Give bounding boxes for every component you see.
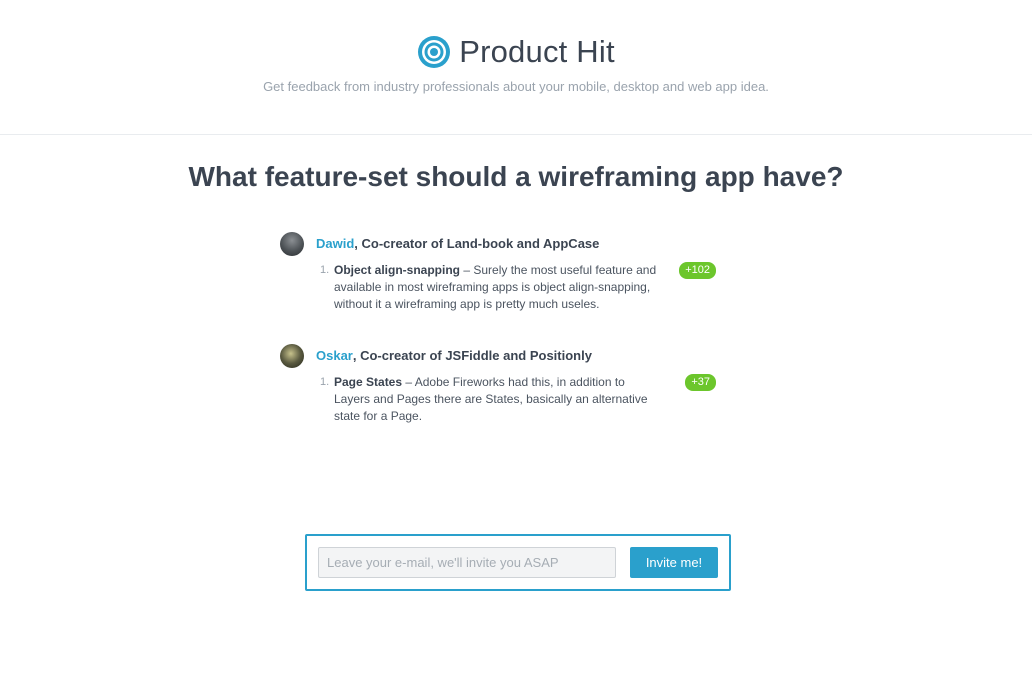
avatar[interactable]: [280, 231, 304, 256]
feature-name: Object align-snapping: [334, 263, 461, 277]
author-name-link[interactable]: Dawid: [316, 236, 354, 251]
signup-form: Invite me!: [305, 534, 731, 591]
answer-text: Page States – Adobe Fireworks had this, …: [334, 374, 664, 425]
invite-button[interactable]: Invite me!: [630, 547, 718, 578]
answer-body: 1. Page States – Adobe Fireworks had thi…: [280, 374, 740, 425]
answer-body: 1. Object align-snapping – Surely the mo…: [280, 262, 740, 313]
answer-number: 1.: [320, 376, 330, 388]
author-role: , Co-creator of Land-book and AppCase: [354, 236, 600, 251]
feature-name: Page States: [334, 375, 403, 389]
tagline: Get feedback from industry professionals…: [263, 79, 769, 94]
answer-text: Object align-snapping – Surely the most …: [334, 262, 664, 313]
brand-name: Product Hit: [459, 34, 615, 69]
author-role: , Co-creator of JSFiddle and Positionly: [352, 348, 592, 363]
vote-badge[interactable]: +102: [679, 262, 716, 279]
email-input[interactable]: [318, 547, 616, 578]
vote-badge[interactable]: +37: [685, 374, 716, 391]
answer-item: Dawid , Co-creator of Land-book and AppC…: [280, 231, 740, 313]
question-title: What feature-set should a wireframing ap…: [188, 161, 844, 192]
page-header: Product Hit Get feedback from industry p…: [0, 0, 1032, 135]
concentric-circles-icon: [418, 36, 451, 68]
answers-list: Dawid , Co-creator of Land-book and AppC…: [280, 231, 740, 455]
answer-item: Oskar , Co-creator of JSFiddle and Posit…: [280, 343, 740, 425]
avatar[interactable]: [280, 343, 304, 368]
author-name-link[interactable]: Oskar: [316, 348, 353, 363]
answer-author-line: Oskar , Co-creator of JSFiddle and Posit…: [280, 343, 740, 368]
answer-number: 1.: [320, 264, 330, 276]
answer-author-line: Dawid , Co-creator of Land-book and AppC…: [280, 231, 740, 256]
brand[interactable]: Product Hit: [0, 34, 1032, 70]
